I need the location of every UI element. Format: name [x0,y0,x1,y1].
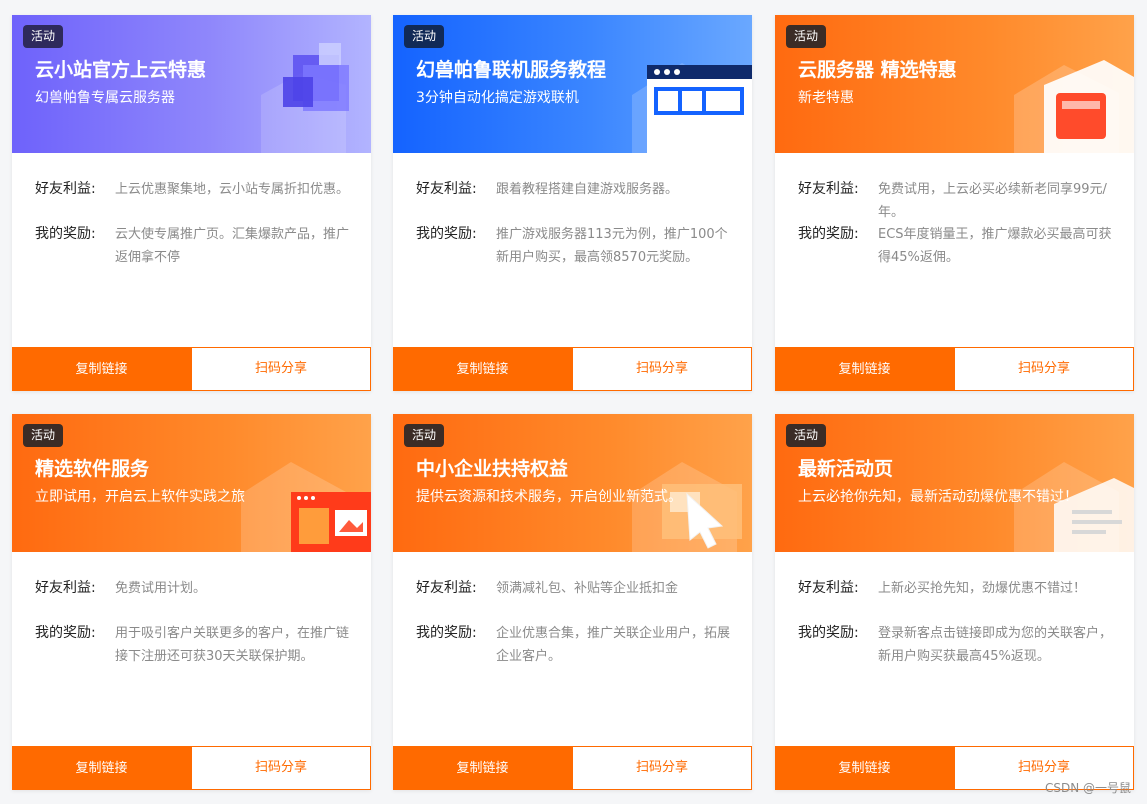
my-reward-row: 我的奖励: 用于吸引客户关联更多的客户，在推广链接下注册还可获30天关联保护期。 [35,623,353,668]
card-banner[interactable]: 活动 最新活动页 上云必抢你先知，最新活动劲爆优惠不错过！ [775,414,1134,552]
my-reward-row: 我的奖励: ECS年度销量王，推广爆款必买最高可获得45%返佣。 [798,224,1116,269]
my-reward-label: 我的奖励: [798,625,859,641]
activity-badge: 活动 [786,424,827,447]
activity-badge: 活动 [23,424,64,447]
promo-card-grid: 活动 云小站官方上云特惠 幻兽帕鲁专属云服务器 好友利益: 上云优惠聚集地，云小… [12,15,1134,791]
copy-link-button[interactable]: 复制链接 [12,347,191,391]
card-body: 好友利益: 免费试用，上云必买必续新老同享99元/年。 我的奖励: ECS年度销… [775,153,1134,347]
activity-badge: 活动 [404,25,445,48]
card-actions: 复制链接 扫码分享 [393,746,752,790]
copy-link-button[interactable]: 复制链接 [12,746,191,790]
friend-benefit-label: 好友利益: [416,181,477,197]
friend-benefit-row: 好友利益: 上新必买抢先知，劲爆优惠不错过！ [798,578,1116,600]
card-subtitle: 提供云资源和技术服务，开启创业新范式。 [416,489,682,505]
card-body: 好友利益: 免费试用计划。 我的奖励: 用于吸引客户关联更多的客户，在推广链接下… [12,552,371,746]
card-body: 好友利益: 跟着教程搭建自建游戏服务器。 我的奖励: 推广游戏服务器113元为例… [393,153,752,347]
cursor-illustration-icon [632,462,742,552]
activity-badge: 活动 [404,424,445,447]
activity-badge: 活动 [23,25,64,48]
card-title: 云小站官方上云特惠 [35,59,207,81]
my-reward-text: 云大使专属推广页。汇集爆款产品，推广返佣拿不停 [115,227,350,265]
card-title: 精选软件服务 [35,458,150,480]
promo-card: 活动 云服务器 精选特惠 新老特惠 好友利益: 免费试用，上云必买必续新老同享9… [775,15,1134,391]
my-reward-row: 我的奖励: 推广游戏服务器113元为例，推广100个新用户购买，最高领8570元… [416,224,734,269]
card-subtitle: 幻兽帕鲁专属云服务器 [35,90,175,106]
friend-benefit-text: 跟着教程搭建自建游戏服务器。 [496,182,679,197]
watermark: CSDN @一号鼠 [1044,781,1131,795]
card-banner[interactable]: 活动 云小站官方上云特惠 幻兽帕鲁专属云服务器 [12,15,371,153]
card-subtitle: 上云必抢你先知，最新活动劲爆优惠不错过！ [798,489,1078,505]
friend-benefit-label: 好友利益: [35,580,96,596]
my-reward-text: 登录新客点击链接即成为您的关联客户，新用户购买获最高45%返现。 [878,626,1113,664]
promo-card: 活动 幻兽帕鲁联机服务教程 3分钟自动化搞定游戏联机 好友利益: 跟着教程搭建自… [393,15,752,391]
my-reward-text: 推广游戏服务器113元为例，推广100个新用户购买，最高领8570元奖励。 [496,227,728,265]
my-reward-label: 我的奖励: [416,226,477,242]
card-body: 好友利益: 领满减礼包、补贴等企业抵扣金 我的奖励: 企业优惠合集，推广关联企业… [393,552,752,746]
cube-illustration-icon [261,43,349,153]
friend-benefit-text: 上新必买抢先知，劲爆优惠不错过！ [878,581,1087,596]
card-actions: 复制链接 扫码分享 [775,347,1134,391]
card-banner[interactable]: 活动 中小企业扶持权益 提供云资源和技术服务，开启创业新范式。 [393,414,752,552]
copy-link-button[interactable]: 复制链接 [775,347,954,391]
my-reward-label: 我的奖励: [798,226,859,242]
friend-benefit-row: 好友利益: 跟着教程搭建自建游戏服务器。 [416,179,734,201]
friend-benefit-row: 好友利益: 免费试用计划。 [35,578,353,600]
card-banner[interactable]: 活动 云服务器 精选特惠 新老特惠 [775,15,1134,153]
card-title: 中小企业扶持权益 [416,458,569,480]
friend-benefit-label: 好友利益: [416,580,477,596]
card-body: 好友利益: 上云优惠聚集地，云小站专属折扣优惠。 我的奖励: 云大使专属推广页。… [12,153,371,347]
server-box-illustration-icon [1014,60,1134,153]
promo-card: 活动 精选软件服务 立即试用，开启云上软件实践之旅 好友利益: 免费试用计划。 … [12,414,371,790]
friend-benefit-row: 好友利益: 领满减礼包、补贴等企业抵扣金 [416,578,734,600]
my-reward-row: 我的奖励: 登录新客点击链接即成为您的关联客户，新用户购买获最高45%返现。 [798,623,1116,668]
my-reward-label: 我的奖励: [416,625,477,641]
browser-window-illustration-icon [632,63,752,153]
friend-benefit-text: 免费试用，上云必买必续新老同享99元/年。 [878,182,1107,220]
friend-benefit-label: 好友利益: [35,181,96,197]
card-title: 云服务器 精选特惠 [798,59,957,81]
qr-share-button[interactable]: 扫码分享 [954,347,1134,391]
friend-benefit-row: 好友利益: 上云优惠聚集地，云小站专属折扣优惠。 [35,179,353,201]
card-banner[interactable]: 活动 精选软件服务 立即试用，开启云上软件实践之旅 [12,414,371,552]
promo-card: 活动 云小站官方上云特惠 幻兽帕鲁专属云服务器 好友利益: 上云优惠聚集地，云小… [12,15,371,391]
card-actions: 复制链接 扫码分享 [12,746,371,790]
my-reward-text: 用于吸引客户关联更多的客户，在推广链接下注册还可获30天关联保护期。 [115,626,350,664]
copy-link-button[interactable]: 复制链接 [775,746,954,790]
qr-share-button[interactable]: 扫码分享 [191,347,371,391]
promo-card: 活动 中小企业扶持权益 提供云资源和技术服务，开启创业新范式。 好友利益: 领满… [393,414,752,790]
my-reward-label: 我的奖励: [35,625,96,641]
my-reward-row: 我的奖励: 企业优惠合集，推广关联企业用户，拓展企业客户。 [416,623,734,668]
document-illustration-icon [1014,462,1134,552]
software-window-illustration-icon [241,462,371,552]
card-banner[interactable]: 活动 幻兽帕鲁联机服务教程 3分钟自动化搞定游戏联机 [393,15,752,153]
card-subtitle: 立即试用，开启云上软件实践之旅 [35,489,245,505]
my-reward-text: 企业优惠合集，推广关联企业用户，拓展企业客户。 [496,626,731,664]
my-reward-row: 我的奖励: 云大使专属推广页。汇集爆款产品，推广返佣拿不停 [35,224,353,269]
activity-badge: 活动 [786,25,827,48]
promo-card: 活动 最新活动页 上云必抢你先知，最新活动劲爆优惠不错过！ 好友利益: 上新必买… [775,414,1134,790]
card-subtitle: 新老特惠 [798,90,854,106]
qr-share-button[interactable]: 扫码分享 [572,347,752,391]
qr-share-button[interactable]: 扫码分享 [572,746,752,790]
copy-link-button[interactable]: 复制链接 [393,347,572,391]
friend-benefit-text: 领满减礼包、补贴等企业抵扣金 [496,581,679,596]
friend-benefit-label: 好友利益: [798,181,859,197]
card-title: 最新活动页 [798,458,894,480]
copy-link-button[interactable]: 复制链接 [393,746,572,790]
card-subtitle: 3分钟自动化搞定游戏联机 [416,90,579,106]
friend-benefit-text: 上云优惠聚集地，云小站专属折扣优惠。 [115,182,350,197]
card-actions: 复制链接 扫码分享 [12,347,371,391]
my-reward-text: ECS年度销量王，推广爆款必买最高可获得45%返佣。 [878,227,1112,265]
friend-benefit-text: 免费试用计划。 [115,581,207,596]
friend-benefit-row: 好友利益: 免费试用，上云必买必续新老同享99元/年。 [798,179,1116,224]
card-body: 好友利益: 上新必买抢先知，劲爆优惠不错过！ 我的奖励: 登录新客点击链接即成为… [775,552,1134,746]
card-actions: 复制链接 扫码分享 [393,347,752,391]
my-reward-label: 我的奖励: [35,226,96,242]
qr-share-button[interactable]: 扫码分享 [191,746,371,790]
friend-benefit-label: 好友利益: [798,580,859,596]
card-title: 幻兽帕鲁联机服务教程 [416,59,607,81]
